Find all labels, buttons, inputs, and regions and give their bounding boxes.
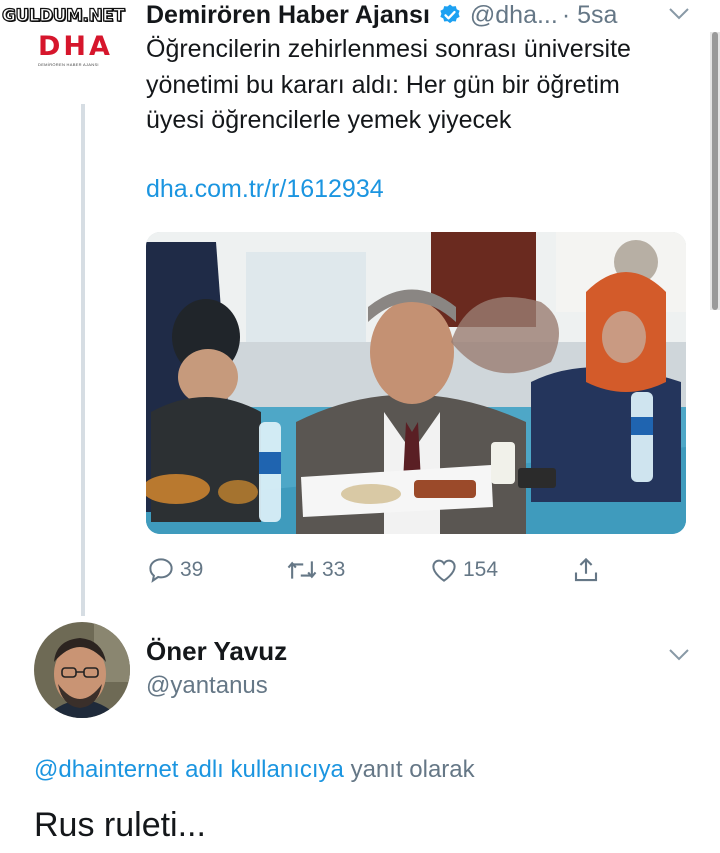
avatar[interactable]: [34, 622, 130, 718]
scrollbar-thumb[interactable]: [712, 32, 718, 310]
like-button[interactable]: 154: [429, 552, 498, 588]
retweet-icon: [287, 561, 317, 579]
dha-logo-subtitle: DEMİRÖREN HABER AJANSI: [38, 62, 99, 67]
timestamp[interactable]: · 5sa: [562, 1, 618, 30]
chevron-down-icon[interactable]: [668, 648, 690, 662]
like-icon: [432, 559, 456, 582]
author-name[interactable]: Demirören Haber Ajansı: [146, 1, 430, 30]
dha-logo[interactable]: DHA DEMİRÖREN HABER AJANSI: [38, 31, 126, 68]
author-handle[interactable]: @dha...: [470, 1, 558, 30]
tweet-text: Öğrencilerin zehirlenmesi sonrası üniver…: [146, 35, 631, 134]
tweet-link[interactable]: dha.com.tr/r/1612934: [146, 175, 384, 204]
chevron-down-icon[interactable]: [668, 7, 690, 21]
like-count: 154: [463, 558, 499, 581]
dha-logo-mark: DHA: [38, 31, 113, 62]
tweet-header: Demirören Haber Ajansı @dha... · 5sa: [146, 0, 694, 30]
replying-to-mention[interactable]: @dhainternet adlı kullanıcıya: [34, 756, 344, 783]
reply-icon: [149, 558, 173, 583]
verified-icon: [438, 3, 462, 27]
share-button[interactable]: [571, 552, 601, 588]
share-icon: [574, 557, 598, 582]
tweet-photo[interactable]: [146, 232, 686, 534]
reply-author-name[interactable]: Öner Yavuz: [146, 636, 287, 667]
replying-to: @dhainternet adlı kullanıcıya yanıt olar…: [34, 756, 475, 784]
retweet-button[interactable]: 33: [286, 552, 345, 588]
tweet-actions: 39 33 154: [146, 552, 616, 588]
replying-to-suffix: yanıt olarak: [350, 756, 475, 783]
reply-count: 39: [180, 558, 204, 581]
retweet-count: 33: [322, 558, 346, 581]
reply-button[interactable]: 39: [146, 552, 203, 588]
reply-text: Rus ruleti...: [34, 806, 206, 844]
reply-author-handle[interactable]: @yantanus: [146, 672, 268, 700]
thread-line: [81, 104, 85, 616]
scrollbar[interactable]: [710, 32, 720, 310]
watermark: GULDUM.NET: [1, 5, 125, 26]
